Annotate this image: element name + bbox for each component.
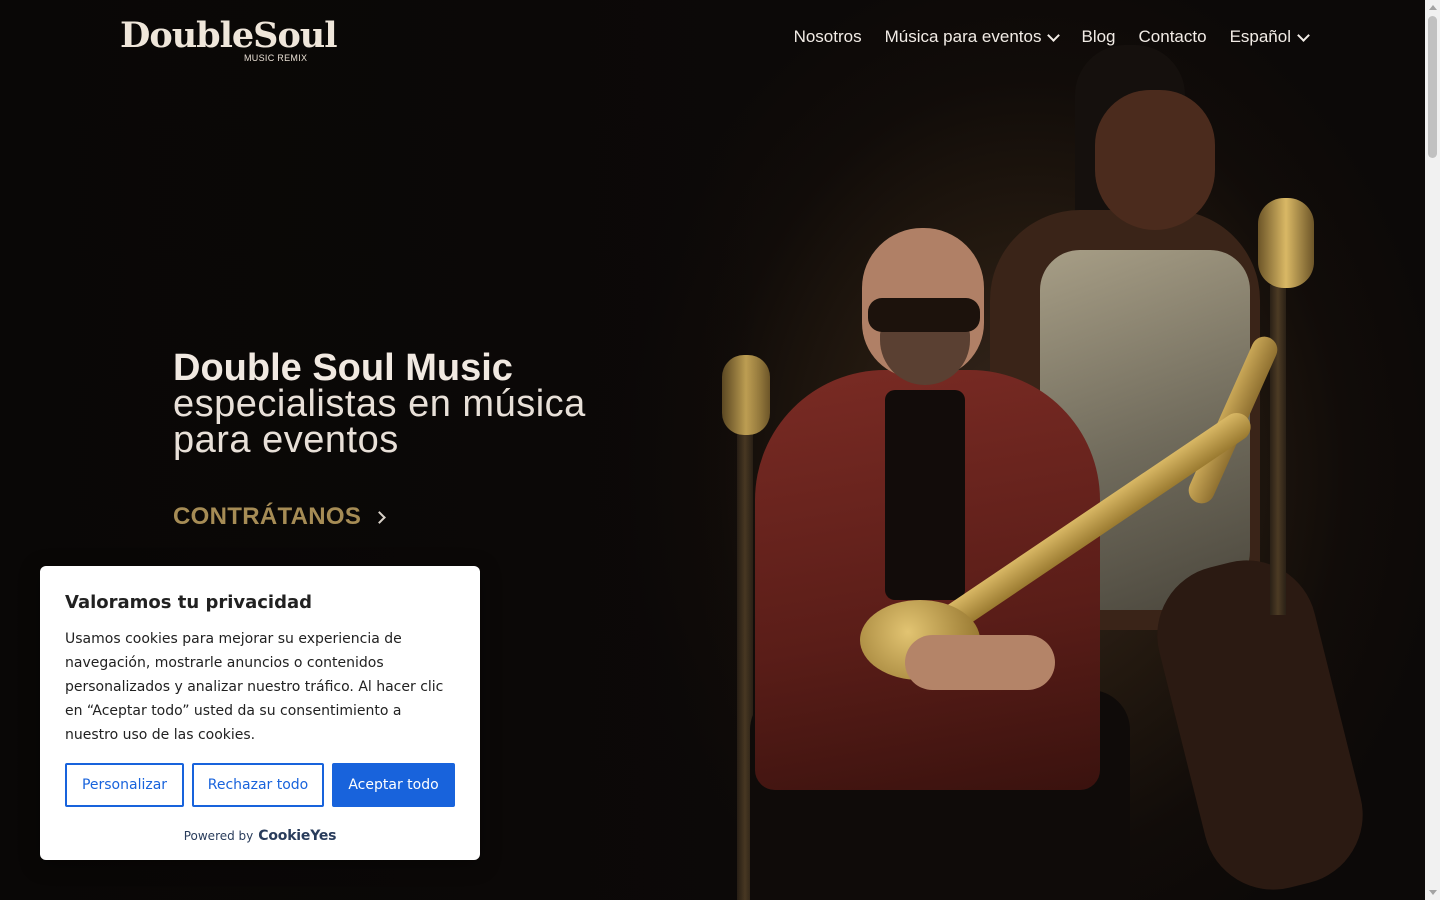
microphone-right <box>1258 198 1314 288</box>
main-nav: Nosotros Música para eventos Blog Contac… <box>794 26 1310 48</box>
cookie-consent-dialog: Valoramos tu privacidad Usamos cookies p… <box>40 566 480 860</box>
reject-all-button[interactable]: Rechazar todo <box>192 763 324 807</box>
nav-item-language[interactable]: Español <box>1229 26 1310 48</box>
customize-button[interactable]: Personalizar <box>65 763 184 807</box>
nav-item-label: Nosotros <box>793 27 862 46</box>
nav-item-contacto[interactable]: Contacto <box>1139 26 1207 48</box>
cookie-description: Usamos cookies para mejorar su experienc… <box>65 631 444 743</box>
scroll-down-arrow-icon[interactable] <box>1429 890 1437 895</box>
cookie-title: Valoramos tu privacidad <box>65 592 313 613</box>
page-scrollbar[interactable] <box>1425 0 1440 900</box>
nav-item-label: Blog <box>1081 27 1116 46</box>
scroll-up-arrow-icon[interactable] <box>1429 5 1437 10</box>
nav-item-label: Música para eventos <box>884 27 1042 46</box>
chevron-right-icon <box>373 510 387 524</box>
nav-item-label: Contacto <box>1138 27 1207 46</box>
hero-title: Double Soul Music <box>173 347 513 389</box>
chevron-down-icon <box>1047 28 1061 42</box>
logo-wordmark: DoubleSoul <box>120 15 338 56</box>
nav-item-blog[interactable]: Blog <box>1081 26 1115 48</box>
singer-face <box>1095 90 1215 230</box>
powered-by-label: Powered by <box>183 829 254 843</box>
nav-item-nosotros[interactable]: Nosotros <box>794 26 862 48</box>
saxophonist-glasses <box>868 298 980 332</box>
page: DoubleSoul MUSIC REMIX Nosotros Música p… <box>0 0 1425 900</box>
cta-label: CONTRÁTANOS <box>173 503 362 530</box>
cookieyes-logo[interactable]: CookieYes <box>258 828 336 844</box>
hero-subtitle: especialistas en música para eventos <box>173 383 586 461</box>
powered-by: Powered by CookieYes <box>40 828 480 844</box>
accept-all-button[interactable]: Aceptar todo <box>332 763 455 807</box>
site-logo[interactable]: DoubleSoul MUSIC REMIX <box>120 16 338 66</box>
scrollbar-thumb[interactable] <box>1428 16 1437 158</box>
nav-item-musica-para-eventos[interactable]: Música para eventos <box>884 26 1061 48</box>
hire-us-button[interactable]: CONTRÁTANOS <box>173 503 387 531</box>
chevron-down-icon <box>1297 28 1310 42</box>
nav-item-label: Español <box>1229 27 1291 46</box>
saxophonist-shirt <box>885 390 965 600</box>
saxophonist-hand <box>905 635 1055 690</box>
mic-stand-right <box>1270 285 1286 615</box>
logo-tagline: MUSIC REMIX <box>244 53 308 63</box>
